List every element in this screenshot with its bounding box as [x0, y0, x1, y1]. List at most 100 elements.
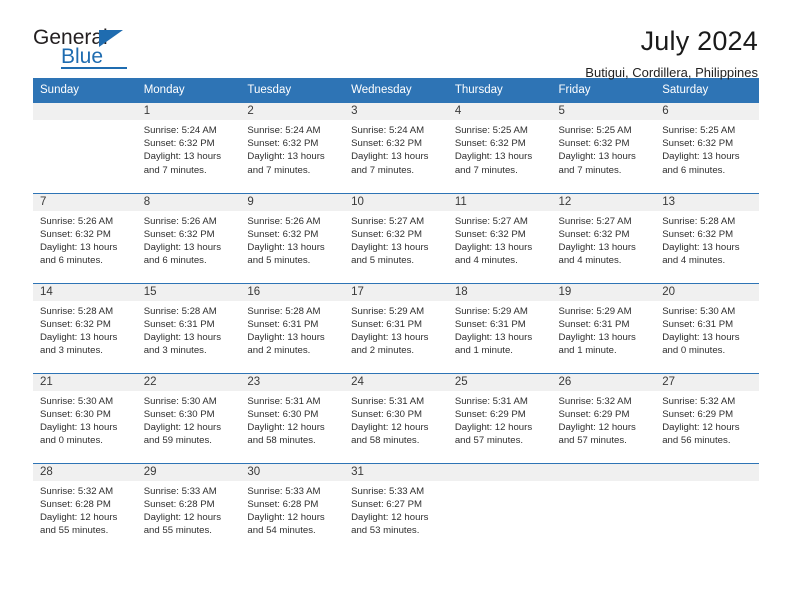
- calendar-day-cell[interactable]: 24 Sunrise: 5:31 AM Sunset: 6:30 PM Dayligh…: [344, 372, 448, 463]
- calendar-week-row: 1 Sunrise: 5:24 AM Sunset: 6:32 PM Daylight…: [33, 103, 759, 193]
- detail-daylight-line2: and 0 minutes.: [662, 345, 726, 357]
- day-details: Sunrise: 5:26 AM Sunset: 6:32 PM Daylight:…: [240, 211, 344, 268]
- weekday-header-sunday: Sunday: [33, 78, 137, 103]
- calendar-day-cell[interactable]: 22 Sunrise: 5:30 AM Sunset: 6:30 PM Dayligh…: [136, 372, 241, 463]
- detail-daylight-line1: Daylight: 13 hours: [247, 241, 325, 253]
- calendar-day-cell-empty: [655, 462, 759, 553]
- detail-sunrise: Sunrise: 5:26 AM: [143, 215, 217, 227]
- calendar-day-cell[interactable]: 8 Sunrise: 5:26 AM Sunset: 6:32 PM Daylight…: [136, 192, 241, 283]
- calendar-day-cell[interactable]: 17 Sunrise: 5:29 AM Sunset: 6:31 PM Dayligh…: [344, 282, 448, 373]
- calendar-day-cell[interactable]: 14 Sunrise: 5:28 AM Sunset: 6:32 PM Dayligh…: [33, 282, 137, 373]
- calendar-day-cell[interactable]: 9 Sunrise: 5:26 AM Sunset: 6:32 PM Daylight…: [240, 192, 345, 283]
- calendar-day-cell[interactable]: 29 Sunrise: 5:33 AM Sunset: 6:28 PM Dayligh…: [136, 462, 241, 553]
- detail-daylight-line1: Daylight: 13 hours: [454, 151, 533, 163]
- day-number: 13: [655, 193, 759, 211]
- detail-sunset: Sunset: 6:32 PM: [558, 138, 630, 150]
- detail-daylight-line1: Daylight: 12 hours: [247, 421, 325, 433]
- detail-sunset: Sunset: 6:32 PM: [247, 228, 319, 240]
- calendar-day-cell[interactable]: 30 Sunrise: 5:33 AM Sunset: 6:28 PM Dayligh…: [240, 462, 345, 553]
- calendar-day-cell[interactable]: 16 Sunrise: 5:28 AM Sunset: 6:31 PM Dayligh…: [240, 282, 345, 373]
- day-number: 22: [136, 373, 241, 391]
- calendar-day-cell[interactable]: 11 Sunrise: 5:27 AM Sunset: 6:32 PM Dayligh…: [447, 192, 552, 283]
- title-block: July 2024 Butigui, Cordillera, Philippin…: [585, 26, 758, 80]
- detail-sunset: Sunset: 6:31 PM: [662, 318, 734, 330]
- day-details: Sunrise: 5:29 AM Sunset: 6:31 PM Daylight:…: [448, 301, 552, 358]
- calendar-day-cell[interactable]: 7 Sunrise: 5:26 AM Sunset: 6:32 PM Daylight…: [33, 192, 137, 283]
- calendar-day-cell[interactable]: 18 Sunrise: 5:29 AM Sunset: 6:31 PM Dayligh…: [447, 282, 552, 373]
- calendar-day-cell[interactable]: 20 Sunrise: 5:30 AM Sunset: 6:31 PM Dayligh…: [655, 282, 759, 373]
- detail-sunset: Sunset: 6:32 PM: [662, 138, 734, 150]
- detail-sunset: Sunset: 6:28 PM: [40, 498, 111, 510]
- calendar-day-cell[interactable]: 28 Sunrise: 5:32 AM Sunset: 6:28 PM Dayligh…: [33, 462, 137, 553]
- detail-sunset: Sunset: 6:28 PM: [247, 498, 319, 510]
- detail-sunrise: Sunrise: 5:33 AM: [143, 485, 217, 497]
- detail-daylight-line1: Daylight: 13 hours: [143, 241, 222, 253]
- calendar-day-cell[interactable]: 27 Sunrise: 5:32 AM Sunset: 6:29 PM Dayligh…: [655, 372, 759, 463]
- day-number: 17: [344, 283, 448, 301]
- day-details: Sunrise: 5:28 AM Sunset: 6:32 PM Daylight:…: [655, 211, 759, 268]
- calendar-day-cell[interactable]: 4 Sunrise: 5:25 AM Sunset: 6:32 PM Daylight…: [447, 103, 552, 193]
- day-number: 12: [551, 193, 656, 211]
- detail-daylight-line1: Daylight: 13 hours: [247, 151, 325, 163]
- calendar-day-cell[interactable]: 23 Sunrise: 5:31 AM Sunset: 6:30 PM Dayligh…: [240, 372, 345, 463]
- detail-sunset: Sunset: 6:32 PM: [40, 228, 111, 240]
- detail-sunrise: Sunrise: 5:28 AM: [40, 305, 114, 317]
- day-details: Sunrise: 5:31 AM Sunset: 6:30 PM Daylight:…: [240, 391, 344, 448]
- day-details: Sunrise: 5:28 AM Sunset: 6:31 PM Daylight:…: [240, 301, 344, 358]
- calendar-day-cell[interactable]: 1 Sunrise: 5:24 AM Sunset: 6:32 PM Daylight…: [136, 103, 241, 193]
- detail-sunset: Sunset: 6:32 PM: [247, 138, 319, 150]
- calendar-day-cell[interactable]: 2 Sunrise: 5:24 AM Sunset: 6:32 PM Daylight…: [240, 103, 345, 193]
- calendar-day-cell[interactable]: 15 Sunrise: 5:28 AM Sunset: 6:31 PM Dayligh…: [136, 282, 241, 373]
- day-number: 31: [344, 463, 448, 481]
- day-details: Sunrise: 5:32 AM Sunset: 6:28 PM Daylight:…: [33, 481, 137, 538]
- weekday-header-row: Sunday Monday Tuesday Wednesday Thursday…: [33, 78, 759, 103]
- calendar-day-cell[interactable]: 6 Sunrise: 5:25 AM Sunset: 6:32 PM Daylight…: [655, 103, 759, 193]
- day-details: Sunrise: 5:26 AM Sunset: 6:32 PM Daylight:…: [137, 211, 241, 268]
- calendar-day-cell[interactable]: 25 Sunrise: 5:31 AM Sunset: 6:29 PM Dayligh…: [447, 372, 552, 463]
- calendar-day-cell[interactable]: 21 Sunrise: 5:30 AM Sunset: 6:30 PM Dayligh…: [33, 372, 137, 463]
- detail-sunrise: Sunrise: 5:31 AM: [454, 395, 528, 407]
- calendar-day-cell[interactable]: 26 Sunrise: 5:32 AM Sunset: 6:29 PM Dayligh…: [551, 372, 656, 463]
- day-details: Sunrise: 5:31 AM Sunset: 6:29 PM Daylight:…: [448, 391, 552, 448]
- detail-sunrise: Sunrise: 5:26 AM: [40, 215, 114, 227]
- detail-daylight-line1: Daylight: 13 hours: [454, 331, 533, 343]
- calendar-day-cell[interactable]: 10 Sunrise: 5:27 AM Sunset: 6:32 PM Dayligh…: [344, 192, 448, 283]
- detail-sunset: Sunset: 6:29 PM: [454, 408, 526, 420]
- day-details: Sunrise: 5:27 AM Sunset: 6:32 PM Daylight:…: [552, 211, 656, 268]
- detail-daylight-line1: Daylight: 13 hours: [558, 241, 636, 253]
- calendar-day-cell[interactable]: 19 Sunrise: 5:29 AM Sunset: 6:31 PM Dayligh…: [551, 282, 656, 373]
- calendar-day-cell[interactable]: 31 Sunrise: 5:33 AM Sunset: 6:27 PM Dayligh…: [344, 462, 448, 553]
- calendar-day-cell[interactable]: 3 Sunrise: 5:24 AM Sunset: 6:32 PM Daylight…: [344, 103, 448, 193]
- detail-sunset: Sunset: 6:29 PM: [558, 408, 630, 420]
- calendar-grid: Sunday Monday Tuesday Wednesday Thursday…: [33, 78, 759, 553]
- day-details: Sunrise: 5:24 AM Sunset: 6:32 PM Daylight:…: [137, 120, 241, 177]
- calendar-day-cell-empty: [447, 462, 552, 553]
- detail-daylight-line1: Daylight: 13 hours: [662, 151, 740, 163]
- calendar-day-cell[interactable]: 13 Sunrise: 5:28 AM Sunset: 6:32 PM Dayligh…: [655, 192, 759, 283]
- detail-daylight-line2: and 7 minutes.: [558, 164, 622, 176]
- detail-daylight-line1: Daylight: 13 hours: [351, 331, 429, 343]
- detail-daylight-line2: and 1 minute.: [558, 345, 617, 357]
- day-number: 26: [551, 373, 656, 391]
- day-number: 6: [655, 103, 759, 120]
- calendar-week-row: 28 Sunrise: 5:32 AM Sunset: 6:28 PM Dayligh…: [33, 462, 759, 553]
- day-details: Sunrise: 5:31 AM Sunset: 6:30 PM Daylight:…: [344, 391, 448, 448]
- day-details: Sunrise: 5:24 AM Sunset: 6:32 PM Daylight:…: [240, 120, 344, 177]
- detail-daylight-line2: and 5 minutes.: [351, 255, 415, 267]
- logo-bottom-group: Blue: [61, 46, 131, 69]
- detail-sunrise: Sunrise: 5:25 AM: [454, 125, 528, 136]
- day-number: 2: [240, 103, 345, 120]
- calendar-day-cell[interactable]: 5 Sunrise: 5:25 AM Sunset: 6:32 PM Daylight…: [551, 103, 656, 193]
- day-number: 29: [136, 463, 241, 481]
- detail-daylight-line1: Daylight: 12 hours: [351, 511, 429, 523]
- detail-daylight-line2: and 6 minutes.: [40, 255, 103, 267]
- detail-daylight-line2: and 57 minutes.: [454, 435, 524, 447]
- detail-sunset: Sunset: 6:32 PM: [40, 318, 111, 330]
- calendar-day-cell[interactable]: 12 Sunrise: 5:27 AM Sunset: 6:32 PM Dayligh…: [551, 192, 656, 283]
- calendar-week-row: 14 Sunrise: 5:28 AM Sunset: 6:32 PM Dayligh…: [33, 282, 759, 373]
- day-number: [33, 103, 137, 120]
- detail-sunrise: Sunrise: 5:27 AM: [558, 215, 632, 227]
- detail-daylight-line2: and 7 minutes.: [351, 164, 415, 176]
- day-number: 5: [551, 103, 656, 120]
- detail-sunset: Sunset: 6:32 PM: [662, 228, 734, 240]
